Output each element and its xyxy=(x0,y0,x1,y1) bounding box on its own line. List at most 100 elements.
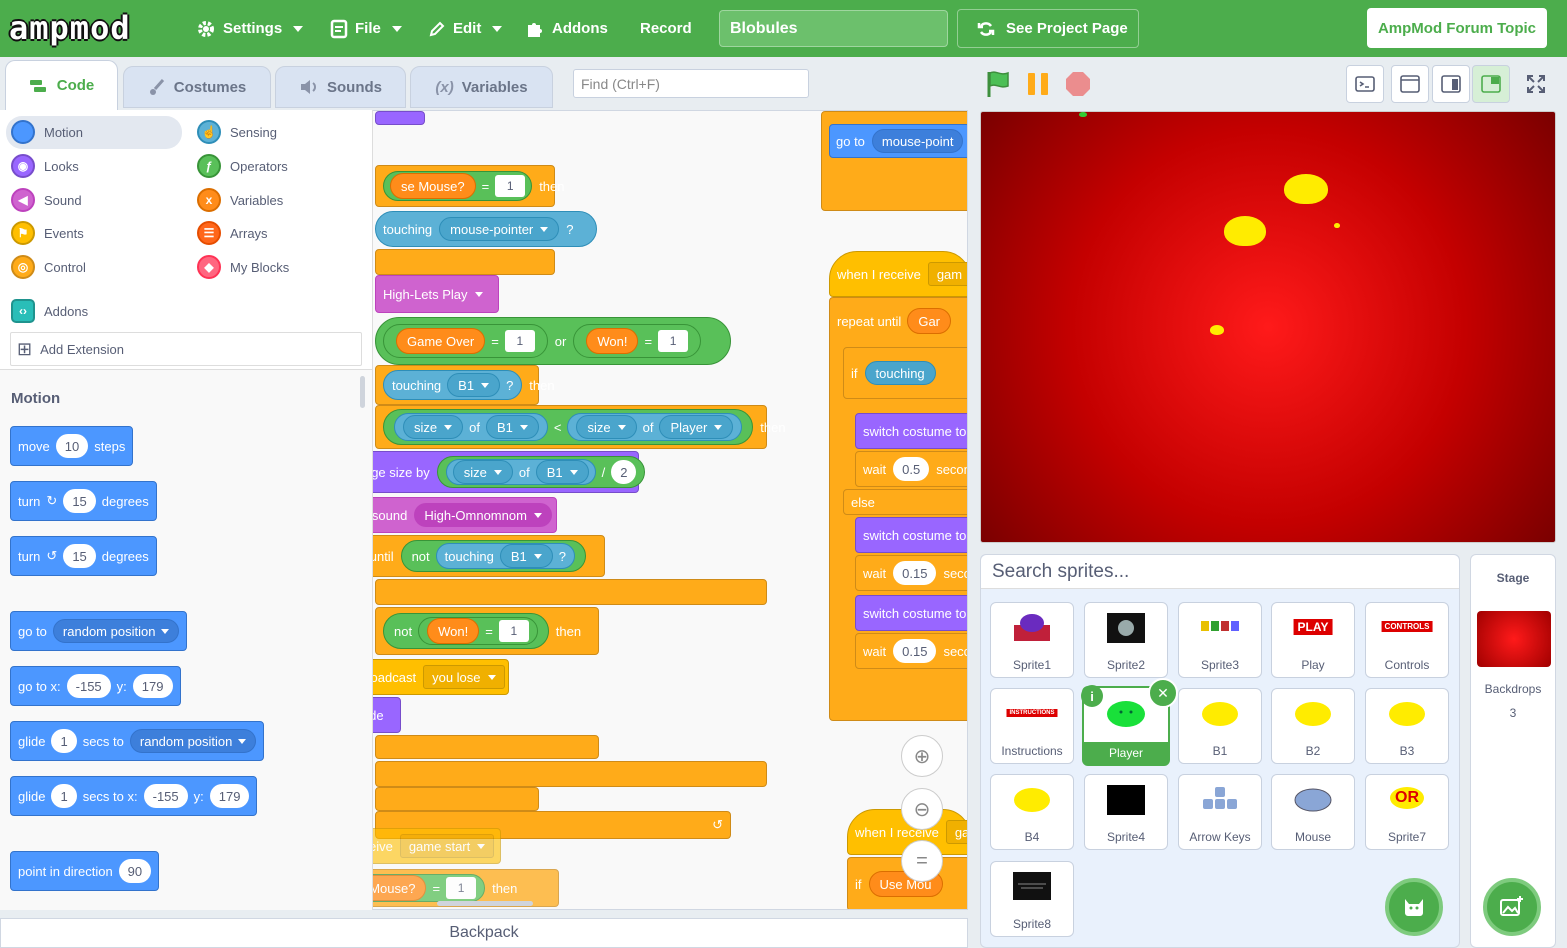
if-block[interactable]: if touching xyxy=(843,347,967,399)
zoom-out-button[interactable]: ⊖ xyxy=(901,788,943,830)
category-events[interactable]: ⚑ Events xyxy=(11,219,84,247)
stop-icon[interactable] xyxy=(1065,71,1091,97)
wait-input[interactable]: 0.5 xyxy=(893,457,930,481)
category-arrays[interactable]: ☰ Arrays xyxy=(197,219,268,247)
sprite-tile[interactable]: Sprite2 xyxy=(1084,602,1168,678)
move-block[interactable]: move 10 steps xyxy=(10,426,134,466)
value-input[interactable]: 1 xyxy=(446,877,477,899)
switch-costume-block[interactable]: switch costume to xyxy=(855,595,967,631)
turn-right-block[interactable]: turn ↻ 15 degrees xyxy=(10,481,157,521)
edit-menu[interactable]: Edit xyxy=(428,0,503,57)
file-menu[interactable]: File xyxy=(330,0,402,57)
point-direction-block[interactable]: point in direction 90 xyxy=(10,851,160,891)
touching-dropdown[interactable]: B1 xyxy=(447,373,501,397)
sprite-dropdown[interactable]: B1 xyxy=(535,460,589,484)
glide-xy-block[interactable]: glide 1 secs to x: -155 y: 179 xyxy=(10,776,258,816)
category-my-blocks[interactable]: ◆ My Blocks xyxy=(197,253,289,281)
category-motion[interactable]: Motion xyxy=(11,118,83,146)
won-var[interactable]: Won! xyxy=(427,618,480,644)
wait-input[interactable]: 0.15 xyxy=(893,639,937,663)
message-dropdown[interactable]: ga xyxy=(945,820,967,844)
degrees-input[interactable]: 15 xyxy=(63,544,96,568)
ampmod-logo[interactable]: ampmod xyxy=(9,9,131,47)
sound-block[interactable]: High-Lets Play xyxy=(375,275,499,313)
horizontal-scrollbar[interactable] xyxy=(437,901,533,906)
x-input[interactable]: -155 xyxy=(66,674,111,698)
zoom-in-button[interactable]: ⊕ xyxy=(901,735,943,777)
sprite-tile[interactable]: Mouse xyxy=(1271,774,1355,850)
stage-canvas[interactable] xyxy=(980,111,1556,543)
search-sprites-input[interactable]: Search sprites... xyxy=(981,555,1459,589)
value-input[interactable]: 1 xyxy=(495,175,526,197)
sprite-tile[interactable]: Arrow Keys xyxy=(1178,774,1262,850)
game-over-var[interactable]: Game Over xyxy=(396,328,486,354)
game-over-var[interactable]: Gar xyxy=(907,308,951,334)
find-input[interactable]: Find (Ctrl+F) xyxy=(573,69,809,98)
touching-block[interactable]: touching mouse-pointer ? xyxy=(375,211,597,247)
info-icon[interactable]: i xyxy=(1081,685,1103,707)
go-to-block[interactable]: go to mouse-point xyxy=(829,124,967,158)
secs-input[interactable]: 1 xyxy=(51,729,77,753)
value-input[interactable]: 1 xyxy=(658,330,689,352)
value-input[interactable]: 2 xyxy=(611,460,637,484)
use-mouse-var[interactable]: se Mouse? xyxy=(390,173,476,199)
category-addons[interactable]: ‹› Addons xyxy=(11,297,88,325)
sprite-tile[interactable]: Sprite3 xyxy=(1178,602,1262,678)
add-sprite-button[interactable] xyxy=(1385,878,1443,936)
touching-reporter[interactable]: touching xyxy=(864,361,936,385)
sprite-tile[interactable]: B1 xyxy=(1178,688,1262,764)
zoom-reset-button[interactable]: = xyxy=(901,840,943,882)
settings-menu[interactable]: Settings xyxy=(196,0,304,57)
pause-icon[interactable] xyxy=(1025,71,1051,97)
switch-costume-block[interactable]: switch costume to xyxy=(855,517,967,553)
sprite-dropdown[interactable]: Player xyxy=(659,415,734,439)
script-block[interactable]: go to mouse-point xyxy=(821,111,967,211)
message-dropdown[interactable]: game start xyxy=(399,834,495,858)
fullscreen-button[interactable] xyxy=(1517,65,1555,103)
backpack[interactable]: Backpack xyxy=(0,918,968,948)
see-project-button[interactable]: See Project Page xyxy=(957,9,1139,48)
category-looks[interactable]: ◉ Looks xyxy=(11,152,79,180)
go-to-xy-block[interactable]: go to x: -155 y: 179 xyxy=(10,666,181,706)
y-input[interactable]: 179 xyxy=(209,784,250,808)
broadcast-block[interactable]: broadcast you lose xyxy=(351,659,509,695)
category-operators[interactable]: ƒ Operators xyxy=(197,152,288,180)
script-block[interactable] xyxy=(375,111,425,125)
category-control[interactable]: ◎ Control xyxy=(11,253,86,281)
palette-scrollbar[interactable] xyxy=(360,376,365,408)
sprite-tile[interactable]: OR Sprite7 xyxy=(1365,774,1449,850)
if-block[interactable]: se Mouse? = 1 then xyxy=(375,165,565,207)
sprite-tile[interactable]: B2 xyxy=(1271,688,1355,764)
sprite-tile[interactable]: PLAY Play xyxy=(1271,602,1355,678)
sprite-tile[interactable]: B3 xyxy=(1365,688,1449,764)
record-menu[interactable]: Record xyxy=(640,0,692,57)
add-extension-button[interactable]: ⊞ Add Extension xyxy=(10,332,362,366)
wait-block[interactable]: wait 0.5 secon xyxy=(855,451,967,487)
large-stage-button[interactable] xyxy=(1432,65,1470,103)
forum-topic-button[interactable]: AmpMod Forum Topic xyxy=(1367,8,1547,48)
project-title-input[interactable]: Blobules xyxy=(719,10,948,47)
small-stage-button[interactable] xyxy=(1391,65,1429,103)
if-size-block[interactable]: size of B1 < size of Player then xyxy=(375,405,786,449)
size-dropdown[interactable]: size xyxy=(452,460,513,484)
sprite-tile[interactable]: INSTRUCTIONS Instructions xyxy=(990,688,1074,764)
tab-costumes[interactable]: Costumes xyxy=(123,66,271,108)
wait-block[interactable]: wait 0.15 secc xyxy=(855,555,967,591)
trash-icon[interactable]: ✕ xyxy=(1148,678,1178,708)
category-sensing[interactable]: ☝ Sensing xyxy=(197,118,277,146)
wait-block[interactable]: wait 0.15 secc xyxy=(855,633,967,669)
degrees-input[interactable]: 15 xyxy=(63,489,96,513)
touching-dropdown[interactable]: B1 xyxy=(499,544,553,568)
message-dropdown[interactable]: gam xyxy=(927,262,967,286)
tab-sounds[interactable]: Sounds xyxy=(275,66,406,108)
touching-dropdown[interactable]: mouse-pointer xyxy=(439,217,560,241)
change-size-block[interactable]: change size by size of B1 / 2 xyxy=(335,451,646,493)
sprite-tile[interactable]: B4 xyxy=(990,774,1074,850)
value-input[interactable]: 1 xyxy=(504,330,535,352)
steps-input[interactable]: 10 xyxy=(55,434,89,458)
category-sound[interactable]: ◀ Sound xyxy=(11,186,82,214)
go-to-block[interactable]: go to random position xyxy=(10,611,188,651)
x-input[interactable]: -155 xyxy=(143,784,188,808)
sprite-dropdown[interactable]: B1 xyxy=(485,415,539,439)
switch-costume-block[interactable]: switch costume to xyxy=(855,413,967,449)
